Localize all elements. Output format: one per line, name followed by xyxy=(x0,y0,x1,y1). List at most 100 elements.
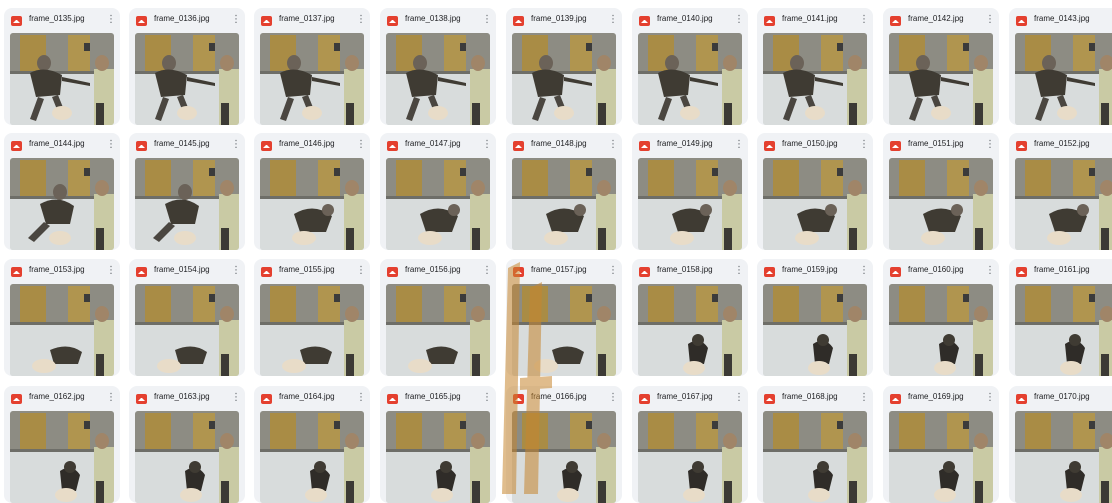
more-vert-icon[interactable]: ⋮ xyxy=(356,139,366,151)
file-thumbnail[interactable] xyxy=(763,158,867,250)
more-vert-icon[interactable]: ⋮ xyxy=(356,14,366,26)
more-vert-icon[interactable]: ⋮ xyxy=(985,139,995,151)
more-vert-icon[interactable]: ⋮ xyxy=(859,265,869,277)
more-vert-icon[interactable]: ⋮ xyxy=(985,392,995,404)
more-vert-icon[interactable]: ⋮ xyxy=(482,392,492,404)
file-card[interactable]: frame_0165.jpg ⋮ xyxy=(380,386,496,503)
file-thumbnail[interactable] xyxy=(386,33,490,125)
file-thumbnail[interactable] xyxy=(763,33,867,125)
more-vert-icon[interactable]: ⋮ xyxy=(356,392,366,404)
more-vert-icon[interactable]: ⋮ xyxy=(608,265,618,277)
file-card[interactable]: frame_0161.jpg⋮ xyxy=(1009,259,1112,376)
file-thumbnail[interactable] xyxy=(889,284,993,376)
more-vert-icon[interactable]: ⋮ xyxy=(985,265,995,277)
file-thumbnail[interactable] xyxy=(638,33,742,125)
more-vert-icon[interactable]: ⋮ xyxy=(859,139,869,151)
file-thumbnail[interactable] xyxy=(638,158,742,250)
file-thumbnail[interactable] xyxy=(889,411,993,503)
more-vert-icon[interactable]: ⋮ xyxy=(231,14,241,26)
file-card[interactable]: frame_0152.jpg⋮ xyxy=(1009,133,1112,250)
more-vert-icon[interactable]: ⋮ xyxy=(734,265,744,277)
file-thumbnail[interactable] xyxy=(135,284,239,376)
file-card[interactable]: frame_0146.jpg ⋮ xyxy=(254,133,370,250)
more-vert-icon[interactable]: ⋮ xyxy=(985,14,995,26)
more-vert-icon[interactable]: ⋮ xyxy=(482,139,492,151)
file-card[interactable]: frame_0166.jpg ⋮ xyxy=(506,386,622,503)
file-card[interactable]: frame_0163.jpg ⋮ xyxy=(129,386,245,503)
file-thumbnail[interactable] xyxy=(1015,411,1112,503)
file-card[interactable]: frame_0148.jpg ⋮ xyxy=(506,133,622,250)
more-vert-icon[interactable]: ⋮ xyxy=(608,392,618,404)
more-vert-icon[interactable]: ⋮ xyxy=(734,14,744,26)
file-thumbnail[interactable] xyxy=(512,158,616,250)
file-card[interactable]: frame_0169.jpg ⋮ xyxy=(883,386,999,503)
file-thumbnail[interactable] xyxy=(1015,158,1112,250)
file-card[interactable]: frame_0160.jpg ⋮ xyxy=(883,259,999,376)
more-vert-icon[interactable]: ⋮ xyxy=(859,14,869,26)
more-vert-icon[interactable]: ⋮ xyxy=(231,139,241,151)
file-thumbnail[interactable] xyxy=(386,158,490,250)
file-card[interactable]: frame_0159.jpg ⋮ xyxy=(757,259,873,376)
file-card[interactable]: frame_0137.jpg ⋮ xyxy=(254,8,370,125)
file-card[interactable]: frame_0147.jpg ⋮ xyxy=(380,133,496,250)
file-thumbnail[interactable] xyxy=(889,158,993,250)
file-thumbnail[interactable] xyxy=(512,411,616,503)
file-card[interactable]: frame_0162.jpg ⋮ xyxy=(4,386,120,503)
file-card[interactable]: frame_0138.jpg ⋮ xyxy=(380,8,496,125)
more-vert-icon[interactable]: ⋮ xyxy=(608,139,618,151)
more-vert-icon[interactable]: ⋮ xyxy=(734,392,744,404)
file-card[interactable]: frame_0140.jpg ⋮ xyxy=(632,8,748,125)
file-card[interactable]: frame_0170.jpg⋮ xyxy=(1009,386,1112,503)
file-thumbnail[interactable] xyxy=(135,411,239,503)
file-card[interactable]: frame_0142.jpg ⋮ xyxy=(883,8,999,125)
file-card[interactable]: frame_0144.jpg ⋮ xyxy=(4,133,120,250)
file-thumbnail[interactable] xyxy=(135,33,239,125)
file-card[interactable]: frame_0145.jpg ⋮ xyxy=(129,133,245,250)
file-card[interactable]: frame_0158.jpg ⋮ xyxy=(632,259,748,376)
file-card[interactable]: frame_0156.jpg ⋮ xyxy=(380,259,496,376)
file-thumbnail[interactable] xyxy=(763,284,867,376)
file-card[interactable]: frame_0135.jpg ⋮ xyxy=(4,8,120,125)
file-card[interactable]: frame_0141.jpg ⋮ xyxy=(757,8,873,125)
file-card[interactable]: frame_0143.jpg⋮ xyxy=(1009,8,1112,125)
more-vert-icon[interactable]: ⋮ xyxy=(106,139,116,151)
file-card[interactable]: frame_0155.jpg ⋮ xyxy=(254,259,370,376)
file-thumbnail[interactable] xyxy=(1015,284,1112,376)
more-vert-icon[interactable]: ⋮ xyxy=(231,265,241,277)
file-thumbnail[interactable] xyxy=(10,158,114,250)
file-thumbnail[interactable] xyxy=(260,284,364,376)
more-vert-icon[interactable]: ⋮ xyxy=(608,14,618,26)
more-vert-icon[interactable]: ⋮ xyxy=(106,14,116,26)
file-card[interactable]: frame_0149.jpg ⋮ xyxy=(632,133,748,250)
file-thumbnail[interactable] xyxy=(10,33,114,125)
file-thumbnail[interactable] xyxy=(10,284,114,376)
file-card[interactable]: frame_0139.jpg ⋮ xyxy=(506,8,622,125)
file-card[interactable]: frame_0157.jpg ⋮ xyxy=(506,259,622,376)
file-thumbnail[interactable] xyxy=(260,411,364,503)
file-card[interactable]: frame_0164.jpg ⋮ xyxy=(254,386,370,503)
more-vert-icon[interactable]: ⋮ xyxy=(106,265,116,277)
file-thumbnail[interactable] xyxy=(512,33,616,125)
more-vert-icon[interactable]: ⋮ xyxy=(356,265,366,277)
more-vert-icon[interactable]: ⋮ xyxy=(734,139,744,151)
file-thumbnail[interactable] xyxy=(260,33,364,125)
file-thumbnail[interactable] xyxy=(638,411,742,503)
file-card[interactable]: frame_0151.jpg ⋮ xyxy=(883,133,999,250)
more-vert-icon[interactable]: ⋮ xyxy=(859,392,869,404)
file-thumbnail[interactable] xyxy=(889,33,993,125)
file-thumbnail[interactable] xyxy=(10,411,114,503)
file-thumbnail[interactable] xyxy=(135,158,239,250)
file-card[interactable]: frame_0168.jpg ⋮ xyxy=(757,386,873,503)
file-thumbnail[interactable] xyxy=(386,411,490,503)
file-thumbnail[interactable] xyxy=(512,284,616,376)
file-thumbnail[interactable] xyxy=(260,158,364,250)
more-vert-icon[interactable]: ⋮ xyxy=(482,265,492,277)
file-card[interactable]: frame_0150.jpg ⋮ xyxy=(757,133,873,250)
file-card[interactable]: frame_0136.jpg ⋮ xyxy=(129,8,245,125)
file-thumbnail[interactable] xyxy=(1015,33,1112,125)
file-card[interactable]: frame_0154.jpg ⋮ xyxy=(129,259,245,376)
file-card[interactable]: frame_0153.jpg ⋮ xyxy=(4,259,120,376)
more-vert-icon[interactable]: ⋮ xyxy=(106,392,116,404)
more-vert-icon[interactable]: ⋮ xyxy=(231,392,241,404)
file-card[interactable]: frame_0167.jpg ⋮ xyxy=(632,386,748,503)
